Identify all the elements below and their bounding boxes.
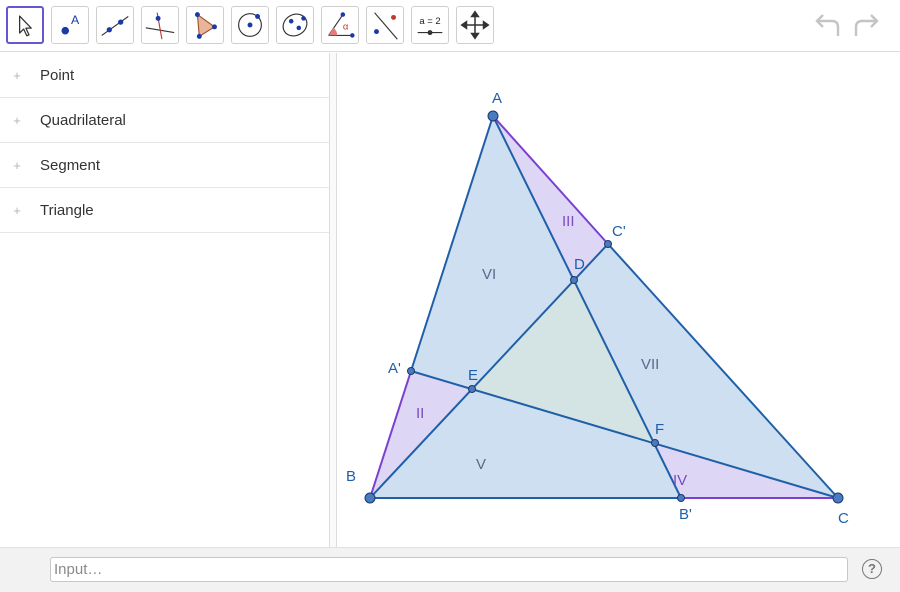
toolbar: A α a = 2: [0, 0, 900, 52]
move-tool-button[interactable]: [6, 6, 44, 44]
region-label-iv: IV: [673, 472, 687, 489]
perpendicular-line-tool-button[interactable]: [141, 6, 179, 44]
slider-tool-glyph: a = 2: [419, 16, 440, 27]
algebra-group-label: Quadrilateral: [40, 112, 126, 129]
expand-icon[interactable]: +: [11, 69, 23, 82]
algebra-group-label: Segment: [40, 157, 101, 174]
point-label-f: F: [655, 421, 664, 438]
algebra-group-segment[interactable]: + Segment: [0, 143, 329, 188]
point-c[interactable]: [832, 492, 844, 504]
point-a[interactable]: [487, 110, 499, 122]
point-label-a: A: [492, 90, 502, 107]
point-label-c-prime: C': [612, 223, 626, 240]
region-label-vi: VI: [482, 266, 496, 283]
redo-icon[interactable]: [850, 12, 882, 40]
undo-icon[interactable]: [812, 12, 844, 40]
point-f[interactable]: [651, 439, 659, 447]
algebra-group-triangle[interactable]: + Triangle: [0, 188, 329, 233]
point-label-b: B: [346, 468, 356, 485]
point-tool-glyph: A: [71, 13, 80, 27]
point-b-prime[interactable]: [677, 494, 685, 502]
point-e[interactable]: [468, 385, 476, 393]
region-label-vii: VII: [641, 356, 659, 373]
expand-icon[interactable]: +: [11, 204, 23, 217]
input-field[interactable]: [50, 557, 848, 582]
expand-icon[interactable]: +: [11, 114, 23, 127]
circle-tool-button[interactable]: [231, 6, 269, 44]
point-c-prime[interactable]: [604, 240, 612, 248]
line-tool-button[interactable]: [96, 6, 134, 44]
expand-icon[interactable]: +: [11, 159, 23, 172]
view-splitter[interactable]: [329, 53, 337, 547]
reflect-tool-button[interactable]: [366, 6, 404, 44]
conic-tool-button[interactable]: [276, 6, 314, 44]
algebra-group-point[interactable]: + Point: [0, 53, 329, 98]
angle-tool-button[interactable]: α: [321, 6, 359, 44]
algebra-group-label: Triangle: [40, 202, 94, 219]
input-bar: ?: [0, 547, 900, 592]
point-label-c: C: [838, 510, 849, 527]
point-label-e: E: [468, 367, 478, 384]
point-a-prime[interactable]: [407, 367, 415, 375]
point-tool-button[interactable]: A: [51, 6, 89, 44]
algebra-group-label: Point: [40, 67, 75, 84]
move-graphics-tool-button[interactable]: [456, 6, 494, 44]
angle-tool-glyph: α: [343, 22, 349, 33]
slider-tool-button[interactable]: a = 2: [411, 6, 449, 44]
region-label-iii: III: [562, 213, 575, 230]
graphics-view[interactable]: A B C A' B' C' D E F II III IV V VI VII: [337, 53, 900, 547]
point-label-d: D: [574, 256, 585, 273]
help-icon[interactable]: ?: [862, 559, 882, 579]
point-d[interactable]: [570, 276, 578, 284]
polygon-tool-button[interactable]: [186, 6, 224, 44]
point-label-a-prime: A': [388, 360, 401, 377]
point-b[interactable]: [364, 492, 376, 504]
point-label-b-prime: B': [679, 506, 692, 523]
region-label-v: V: [476, 456, 486, 473]
algebra-group-quadrilateral[interactable]: + Quadrilateral: [0, 98, 329, 143]
algebra-view: + Point + Quadrilateral + Segment + Tria…: [0, 53, 329, 547]
region-label-ii: II: [416, 405, 424, 422]
